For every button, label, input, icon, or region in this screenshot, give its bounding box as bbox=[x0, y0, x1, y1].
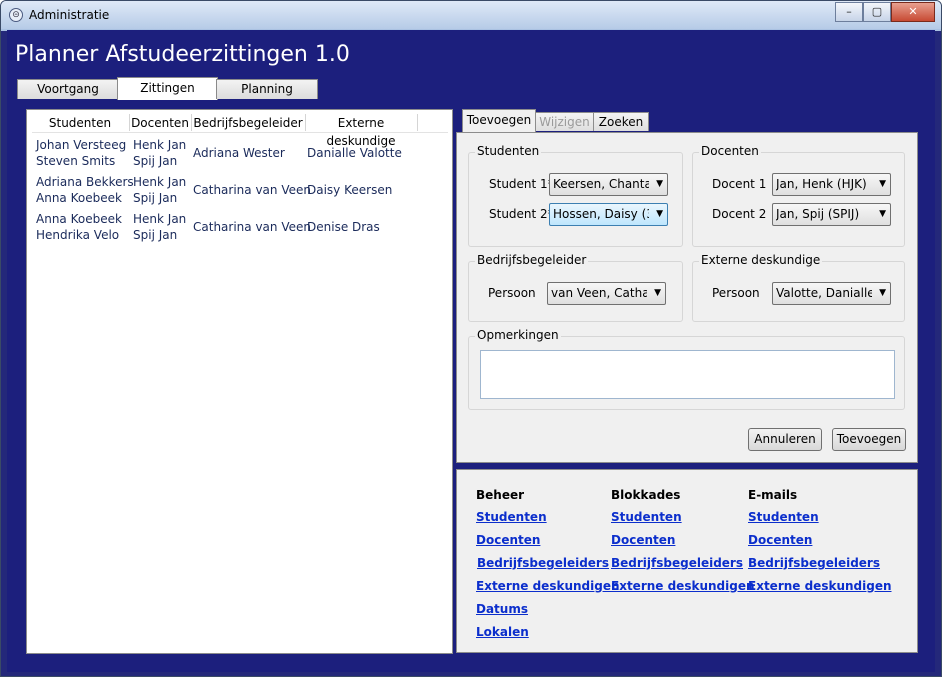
beheer-link-lokalen[interactable]: Lokalen bbox=[476, 625, 529, 639]
externe-deskundige-group: Externe deskundige Persoon Valotte, Dani… bbox=[692, 253, 905, 322]
chevron-down-icon: ▼ bbox=[879, 288, 886, 298]
beheer-heading: Beheer bbox=[476, 488, 525, 502]
cell-student: Johan Versteeg bbox=[36, 138, 127, 152]
client-area: Planner Afstudeerzittingen 1.0 Voortgang… bbox=[7, 30, 935, 672]
supervisor-select[interactable]: van Veen, Catharir ▼ bbox=[547, 282, 666, 305]
close-button[interactable]: ✕ bbox=[891, 2, 935, 22]
chevron-down-icon: ▼ bbox=[656, 209, 663, 219]
student1-label: Student 1* bbox=[489, 177, 554, 191]
emails-link-studenten[interactable]: Studenten bbox=[748, 510, 819, 524]
docent1-label: Docent 1 bbox=[712, 177, 767, 191]
cell-external: Daisy Keersen bbox=[307, 183, 393, 197]
emails-link-externe-deskundigen[interactable]: Externe deskundigen bbox=[748, 579, 892, 593]
cell-supervisor: Adriana Wester bbox=[193, 146, 285, 160]
docent2-value: Jan, Spij (SPIJ) bbox=[776, 207, 860, 221]
docenten-group: Docenten Docent 1 Jan, Henk (HJK) ▼ Doce… bbox=[692, 144, 905, 247]
beheer-link-docenten[interactable]: Docenten bbox=[476, 533, 540, 547]
external-select[interactable]: Valotte, Danialle (/ ▼ bbox=[772, 282, 891, 305]
group-label-externe-deskundige: Externe deskundige bbox=[699, 253, 823, 267]
tab-zoeken[interactable]: Zoeken bbox=[593, 112, 649, 131]
blokkades-link-bedrijfsbegeleiders[interactable]: Bedrijfsbegeleiders bbox=[611, 556, 743, 570]
window-controls: – ▢ ✕ bbox=[835, 2, 935, 22]
beheer-link-studenten[interactable]: Studenten bbox=[476, 510, 547, 524]
student1-value: Keersen, Chantal ( bbox=[553, 177, 649, 191]
maximize-button[interactable]: ▢ bbox=[863, 2, 891, 22]
add-button[interactable]: Toevoegen bbox=[832, 428, 906, 451]
student2-label: Student 2* bbox=[489, 207, 554, 221]
window-title: Administratie bbox=[29, 8, 110, 22]
docent2-label: Docent 2 bbox=[712, 207, 767, 221]
blokkades-heading: Blokkades bbox=[611, 488, 681, 502]
management-links-panel: Beheer Studenten Docenten Bedrijfsbegele… bbox=[456, 469, 918, 653]
group-label-bedrijfsbegeleider: Bedrijfsbegeleider bbox=[475, 253, 589, 267]
title-bar[interactable]: ⊝ Administratie – ▢ ✕ bbox=[1, 1, 941, 29]
cancel-button[interactable]: Annuleren bbox=[748, 428, 822, 451]
app-window: ⊝ Administratie – ▢ ✕ Planner Afstudeerz… bbox=[0, 0, 942, 677]
column-header-docenten[interactable]: Docenten bbox=[130, 114, 190, 132]
docent2-select[interactable]: Jan, Spij (SPIJ) ▼ bbox=[772, 203, 891, 226]
student1-select[interactable]: Keersen, Chantal ( ▼ bbox=[549, 173, 668, 196]
app-icon: ⊝ bbox=[9, 8, 23, 22]
cell-external: Denise Dras bbox=[307, 220, 380, 234]
cell-teacher: Henk Jan bbox=[133, 138, 187, 152]
supervisor-person-label: Persoon bbox=[488, 286, 536, 300]
emails-heading: E-mails bbox=[748, 488, 798, 502]
cell-teacher: Spij Jan bbox=[133, 191, 178, 205]
cell-teacher: Henk Jan bbox=[133, 212, 187, 226]
cell-teacher: Spij Jan bbox=[133, 228, 178, 242]
app-title: Planner Afstudeerzittingen 1.0 bbox=[15, 42, 350, 67]
external-person-label: Persoon bbox=[712, 286, 760, 300]
add-session-form: Studenten Student 1* Keersen, Chantal ( … bbox=[456, 132, 918, 463]
tab-wijzigen[interactable]: Wijzigen bbox=[535, 112, 594, 131]
emails-link-bedrijfsbegeleiders[interactable]: Bedrijfsbegeleiders bbox=[748, 556, 880, 570]
cell-student: Anna Koebeek bbox=[36, 212, 122, 226]
column-header-studenten[interactable]: Studenten bbox=[32, 114, 128, 132]
student2-select[interactable]: Hossen, Daisy (33! ▼ bbox=[549, 203, 668, 226]
beheer-link-bedrijfsbegeleiders[interactable]: Bedrijfsbegeleiders bbox=[477, 556, 609, 570]
tab-zittingen[interactable]: Zittingen bbox=[117, 77, 218, 100]
student2-value: Hossen, Daisy (33! bbox=[553, 207, 649, 221]
column-header-externe-deskundige[interactable]: Externe deskundige bbox=[306, 114, 416, 148]
blokkades-link-externe-deskundigen[interactable]: Externe deskundigen bbox=[611, 579, 755, 593]
opmerkingen-group: Opmerkingen bbox=[468, 328, 905, 410]
group-label-opmerkingen: Opmerkingen bbox=[475, 328, 561, 342]
chevron-down-icon: ▼ bbox=[656, 179, 663, 189]
beheer-link-externe-deskundigen[interactable]: Externe deskundigen bbox=[476, 579, 620, 593]
supervisor-value: van Veen, Catharir bbox=[551, 286, 647, 300]
blokkades-link-docenten[interactable]: Docenten bbox=[611, 533, 675, 547]
studenten-group: Studenten Student 1* Keersen, Chantal ( … bbox=[468, 144, 683, 247]
cell-student: Anna Koebeek bbox=[36, 191, 122, 205]
cell-supervisor: Catharina van Veen bbox=[193, 220, 311, 234]
chevron-down-icon: ▼ bbox=[879, 179, 886, 189]
column-header-bedrijfsbegeleider[interactable]: Bedrijfsbegeleider bbox=[192, 114, 304, 132]
remarks-textarea[interactable] bbox=[480, 350, 895, 399]
cell-supervisor: Catharina van Veen bbox=[193, 183, 311, 197]
beheer-link-datums[interactable]: Datums bbox=[476, 602, 528, 616]
blokkades-link-studenten[interactable]: Studenten bbox=[611, 510, 682, 524]
bedrijfsbegeleider-group: Bedrijfsbegeleider Persoon van Veen, Cat… bbox=[468, 253, 683, 322]
column-separator bbox=[417, 114, 418, 131]
minimize-button[interactable]: – bbox=[835, 2, 863, 22]
tab-voortgang[interactable]: Voortgang bbox=[17, 79, 119, 99]
header-divider bbox=[32, 132, 448, 133]
docent1-value: Jan, Henk (HJK) bbox=[776, 177, 867, 191]
group-label-docenten: Docenten bbox=[699, 144, 761, 158]
group-label-studenten: Studenten bbox=[475, 144, 542, 158]
cell-teacher: Henk Jan bbox=[133, 175, 187, 189]
cell-student: Hendrika Velo bbox=[36, 228, 120, 242]
cell-student: Steven Smits bbox=[36, 154, 116, 168]
chevron-down-icon: ▼ bbox=[654, 288, 661, 298]
chevron-down-icon: ▼ bbox=[879, 209, 886, 219]
tab-planning[interactable]: Planning bbox=[216, 79, 318, 99]
tab-toevoegen[interactable]: Toevoegen bbox=[462, 109, 536, 133]
external-value: Valotte, Danialle (/ bbox=[776, 286, 872, 300]
cell-external: Danialle Valotte bbox=[307, 146, 402, 160]
cell-teacher: Spij Jan bbox=[133, 154, 178, 168]
docent1-select[interactable]: Jan, Henk (HJK) ▼ bbox=[772, 173, 891, 196]
emails-link-docenten[interactable]: Docenten bbox=[748, 533, 812, 547]
sessions-list-panel: Studenten Docenten Bedrijfsbegeleider Ex… bbox=[26, 109, 453, 654]
cell-student: Adriana Bekkers bbox=[36, 175, 134, 189]
